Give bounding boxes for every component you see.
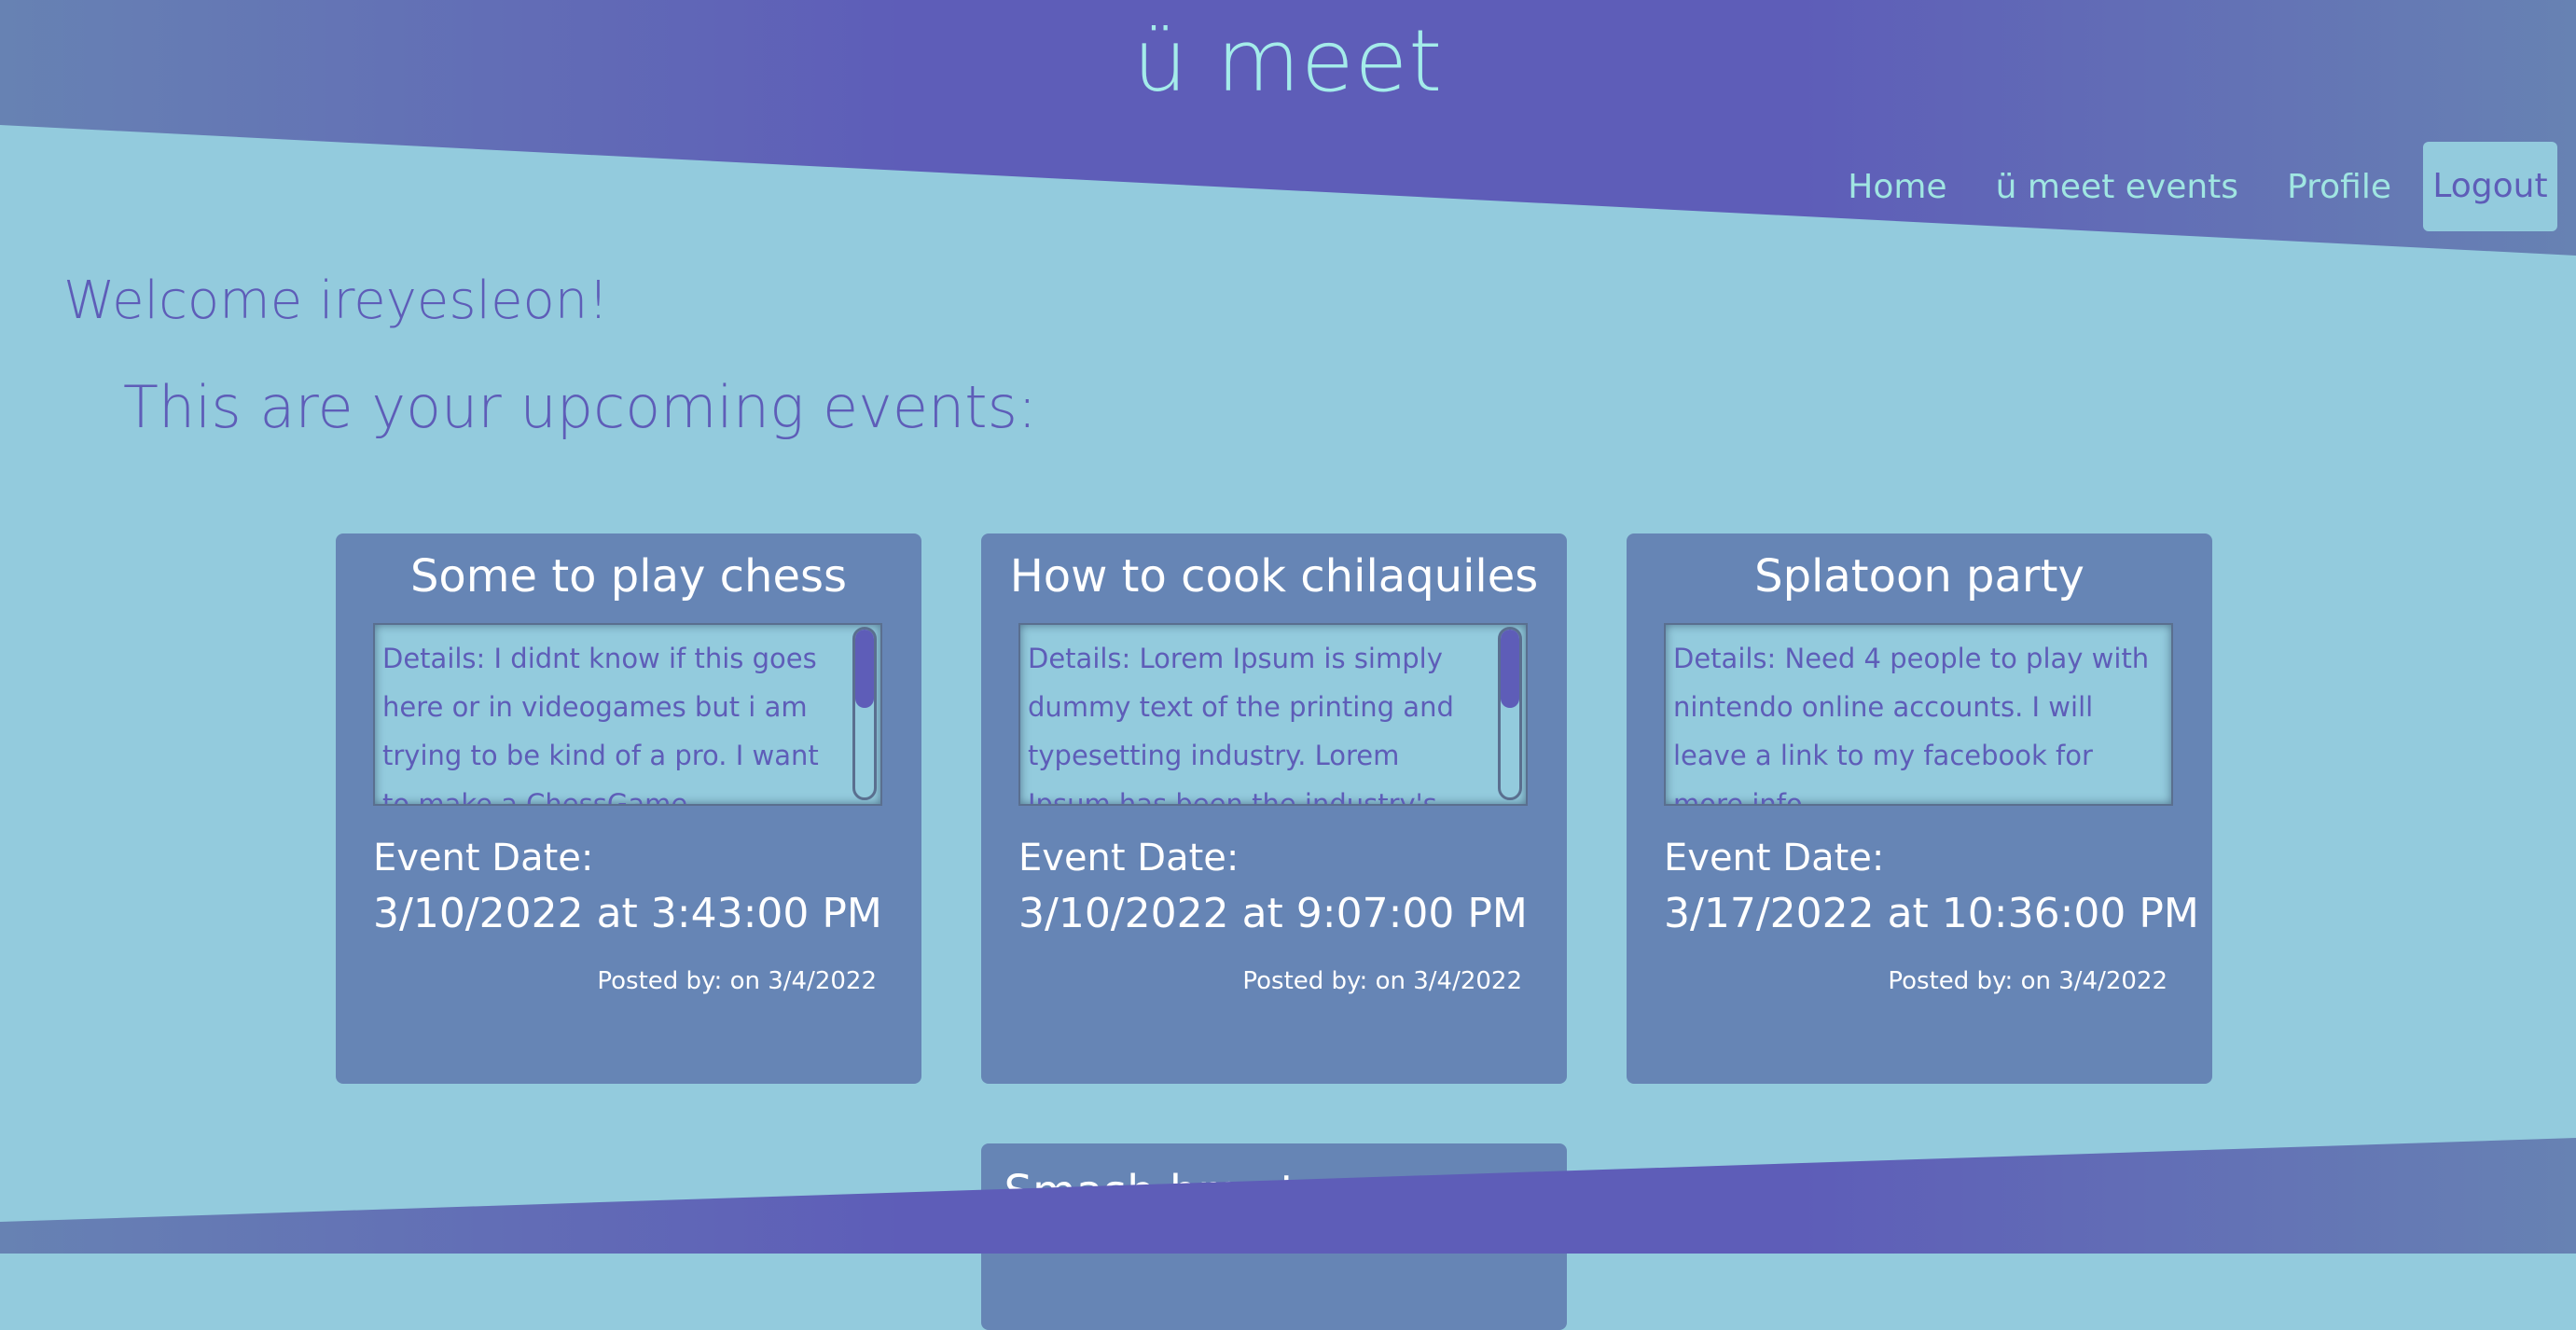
- scrollbar-thumb[interactable]: [1501, 630, 1519, 708]
- event-date-label: Event Date:: [373, 837, 594, 880]
- details-scrollbar[interactable]: [852, 627, 877, 800]
- nav-home-link[interactable]: Home: [1848, 168, 1946, 206]
- event-card: Some to play chess Details: I didnt know…: [336, 533, 921, 1084]
- event-details-text: Details: I didnt know if this goes here …: [382, 643, 819, 806]
- event-title: How to cook chilaquiles: [1009, 550, 1539, 603]
- scrollbar-thumb[interactable]: [855, 630, 874, 708]
- main-nav: Home ü meet events Profile Logout: [1799, 142, 2557, 231]
- logout-button[interactable]: Logout: [2423, 142, 2557, 231]
- brand-logo[interactable]: ü meet: [0, 6, 2576, 118]
- event-details-box[interactable]: Details: I didnt know if this goes here …: [373, 623, 882, 806]
- event-details-box[interactable]: Details: Need 4 people to play with nint…: [1664, 623, 2173, 806]
- event-details-text: Details: Need 4 people to play with nint…: [1673, 643, 2150, 806]
- nav-events-link[interactable]: ü meet events: [1996, 168, 2238, 206]
- event-date-label: Event Date:: [1018, 837, 1240, 880]
- event-details-text: Details: Lorem Ipsum is simply dummy tex…: [1028, 643, 1454, 806]
- nav-profile-link[interactable]: Profile: [2287, 168, 2391, 206]
- event-date-label: Event Date:: [1664, 837, 1885, 880]
- upcoming-events-heading: This are your upcoming events:: [123, 373, 1037, 441]
- event-posted-by: Posted by: on 3/4/2022: [1888, 967, 2167, 995]
- event-posted-by: Posted by: on 3/4/2022: [1242, 967, 1522, 995]
- event-card: How to cook chilaquiles Details: Lorem I…: [981, 533, 1567, 1084]
- welcome-message: Welcome ireyesleon!: [63, 270, 609, 331]
- event-title: Splatoon party: [1754, 550, 2084, 603]
- event-card: Splatoon party Details: Need 4 people to…: [1627, 533, 2212, 1084]
- event-posted-by: Posted by: on 3/4/2022: [597, 967, 877, 995]
- event-date-value: 3/10/2022 at 3:43:00 PM: [373, 890, 882, 937]
- details-scrollbar[interactable]: [1498, 627, 1522, 800]
- event-date-value: 3/10/2022 at 9:07:00 PM: [1018, 890, 1528, 937]
- event-title: Some to play chess: [409, 550, 848, 603]
- event-details-box[interactable]: Details: Lorem Ipsum is simply dummy tex…: [1018, 623, 1528, 806]
- event-date-value: 3/17/2022 at 10:36:00 PM: [1664, 890, 2199, 937]
